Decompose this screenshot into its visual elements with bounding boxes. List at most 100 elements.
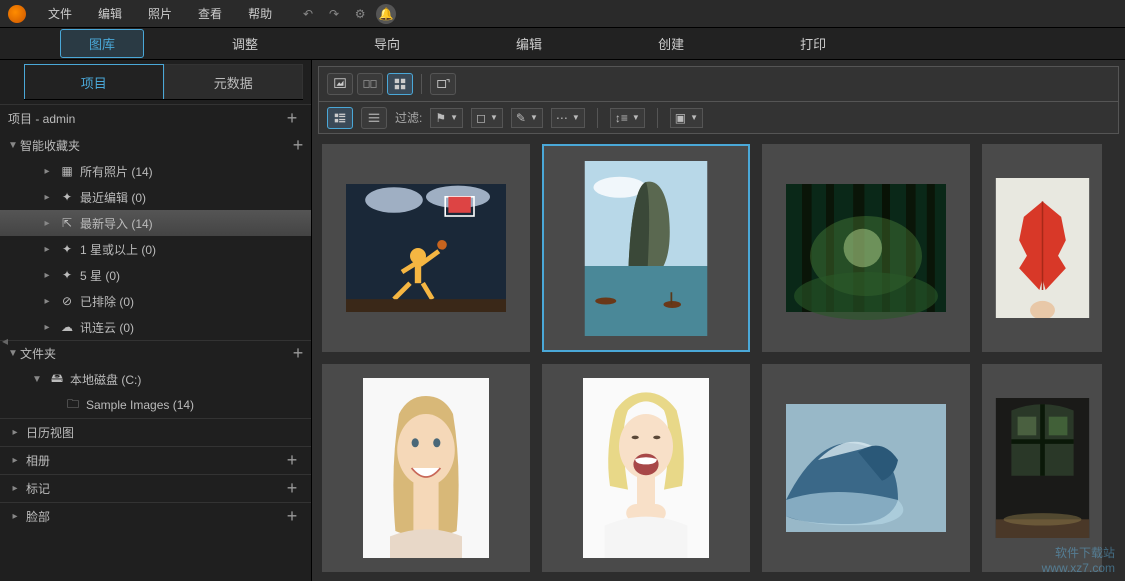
view-thumbnails-icon[interactable] [327, 107, 353, 129]
tree-five-star[interactable]: ▸ ✦ 5 星 (0) [0, 262, 311, 288]
view-compare-icon[interactable] [357, 73, 383, 95]
add-tag-button[interactable]: + [279, 478, 305, 499]
view-toolbar [318, 66, 1119, 102]
notification-icon[interactable]: 🔔 [376, 4, 396, 24]
tree-tag[interactable]: ▸标记 + [0, 474, 311, 502]
tab-edit[interactable]: 编辑 [488, 30, 570, 57]
tab-print[interactable]: 打印 [772, 30, 854, 57]
thumbnail-item[interactable] [762, 364, 970, 572]
thumbnail-item[interactable] [982, 144, 1102, 352]
menu-view[interactable]: 查看 [186, 1, 234, 26]
tree-one-star[interactable]: ▸ ✦ 1 星或以上 (0) [0, 236, 311, 262]
tree-face[interactable]: ▸脸部 + [0, 502, 311, 530]
view-grid-icon[interactable] [387, 73, 413, 95]
add-face-button[interactable]: + [279, 506, 305, 527]
thumbnail-item[interactable] [982, 364, 1102, 572]
filter-flag-dropdown[interactable]: ⚑▼ [430, 108, 463, 128]
add-smart-button[interactable]: + [285, 135, 311, 156]
filter-label: 过滤: [395, 109, 422, 126]
chevron-down-icon: ▼ [490, 113, 498, 122]
tree-album[interactable]: ▸ 相册 + [0, 446, 311, 474]
thumbnail-item[interactable] [762, 144, 970, 352]
thumbnail-item[interactable] [542, 364, 750, 572]
tree-label: 1 星或以上 (0) [80, 241, 311, 258]
tree-label: 最新导入 (14) [80, 215, 311, 232]
project-header[interactable]: 项目 - admin + [0, 104, 311, 132]
tree-label: 标记 [26, 480, 50, 497]
tree-label: 已排除 (0) [80, 293, 311, 310]
tree-calendar[interactable]: ▸ 日历视图 [0, 418, 311, 446]
add-folder-button[interactable]: + [285, 343, 311, 364]
view-list-icon[interactable] [361, 107, 387, 129]
dots-icon: ⋯ [556, 111, 568, 125]
photo-island [581, 161, 711, 336]
tree-recent-edit[interactable]: ▸ ✦ 最近编辑 (0) [0, 184, 311, 210]
stack-icon: ▣ [675, 111, 686, 125]
filter-brush-dropdown[interactable]: ✎▼ [511, 108, 543, 128]
photo-wave [786, 388, 946, 548]
tree-label: Sample Images (14) [86, 398, 311, 412]
photo-forest [786, 168, 946, 328]
settings-icon[interactable]: ⚙ [350, 4, 370, 24]
tree-sample-images[interactable]: 🗀 Sample Images (14) [0, 392, 311, 418]
menu-edit[interactable]: 编辑 [86, 1, 134, 26]
chevron-down-icon: ▼ [6, 140, 20, 151]
tree-smart-collection[interactable]: ▼ 智能收藏夹 + [0, 132, 311, 158]
side-tab-project[interactable]: 项目 [24, 64, 164, 99]
photo-window [995, 398, 1090, 538]
undo-icon[interactable]: ↶ [298, 4, 318, 24]
menu-file[interactable]: 文件 [36, 1, 84, 26]
thumbnail-grid [312, 134, 1125, 581]
sidebar: ◂ 项目 元数据 项目 - admin + ▼ 智能收藏夹 + ▸ ▦ 所有照片… [0, 60, 312, 581]
menu-photo[interactable]: 照片 [136, 1, 184, 26]
fullscreen-icon[interactable] [430, 73, 456, 95]
tree-label: 智能收藏夹 [20, 137, 285, 154]
titlebar: 文件 编辑 照片 查看 帮助 ↶ ↷ ⚙ 🔔 [0, 0, 1125, 28]
filter-more-dropdown[interactable]: ⋯▼ [551, 108, 585, 128]
sidebar-collapse-handle[interactable]: ◂ [2, 321, 12, 361]
cloud-icon: ☁ [58, 320, 76, 334]
chevron-right-icon: ▸ [8, 455, 22, 466]
thumbnail-item[interactable] [322, 364, 530, 572]
tree-drive[interactable]: ▼ 🖴 本地磁盘 (C:) [0, 366, 311, 392]
tab-guide[interactable]: 导向 [346, 30, 428, 57]
tab-create[interactable]: 创建 [630, 30, 712, 57]
tree-recent-import[interactable]: ▸ ⇱ 最新导入 (14) [0, 210, 311, 236]
tree-label: 5 星 (0) [80, 267, 311, 284]
sort-dropdown[interactable]: ↕≡▼ [610, 108, 645, 128]
tree-folders[interactable]: ▼ 文件夹 + [0, 340, 311, 366]
ban-icon: ⊘ [58, 294, 76, 308]
view-single-icon[interactable] [327, 73, 353, 95]
star-icon: ✦ [58, 268, 76, 282]
add-album-button[interactable]: + [279, 450, 305, 471]
chevron-right-icon: ▸ [40, 166, 54, 177]
chevron-right-icon: ▸ [40, 270, 54, 281]
tree-all-photos[interactable]: ▸ ▦ 所有照片 (14) [0, 158, 311, 184]
tab-library[interactable]: 图库 [60, 29, 144, 58]
brush-icon: ✎ [516, 111, 526, 125]
module-tabs: 图库 调整 导向 编辑 创建 打印 [0, 28, 1125, 60]
tab-adjust[interactable]: 调整 [204, 30, 286, 57]
tree-excluded[interactable]: ▸ ⊘ 已排除 (0) [0, 288, 311, 314]
app-logo [8, 5, 26, 23]
import-icon: ⇱ [58, 216, 76, 230]
tree-label: 讯连云 (0) [80, 319, 311, 336]
side-tab-metadata[interactable]: 元数据 [164, 64, 304, 99]
stack-dropdown[interactable]: ▣▼ [670, 108, 703, 128]
redo-icon[interactable]: ↷ [324, 4, 344, 24]
tree-label: 最近编辑 (0) [80, 189, 311, 206]
chevron-right-icon: ▸ [40, 322, 54, 333]
flag-icon: ⚑ [435, 111, 446, 125]
tree-label: 日历视图 [26, 424, 74, 441]
add-project-button[interactable]: + [279, 108, 305, 129]
chevron-right-icon: ▸ [40, 218, 54, 229]
thumbnail-item[interactable] [322, 144, 530, 352]
tree-label: 相册 [26, 452, 50, 469]
chevron-right-icon: ▸ [8, 427, 22, 438]
tree-cloud[interactable]: ▸ ☁ 讯连云 (0) [0, 314, 311, 340]
filter-label-dropdown[interactable]: ◻▼ [471, 108, 503, 128]
menu-help[interactable]: 帮助 [236, 1, 284, 26]
thumbnail-item[interactable] [542, 144, 750, 352]
chevron-down-icon: ▼ [530, 113, 538, 122]
chevron-down-icon: ▼ [690, 113, 698, 122]
